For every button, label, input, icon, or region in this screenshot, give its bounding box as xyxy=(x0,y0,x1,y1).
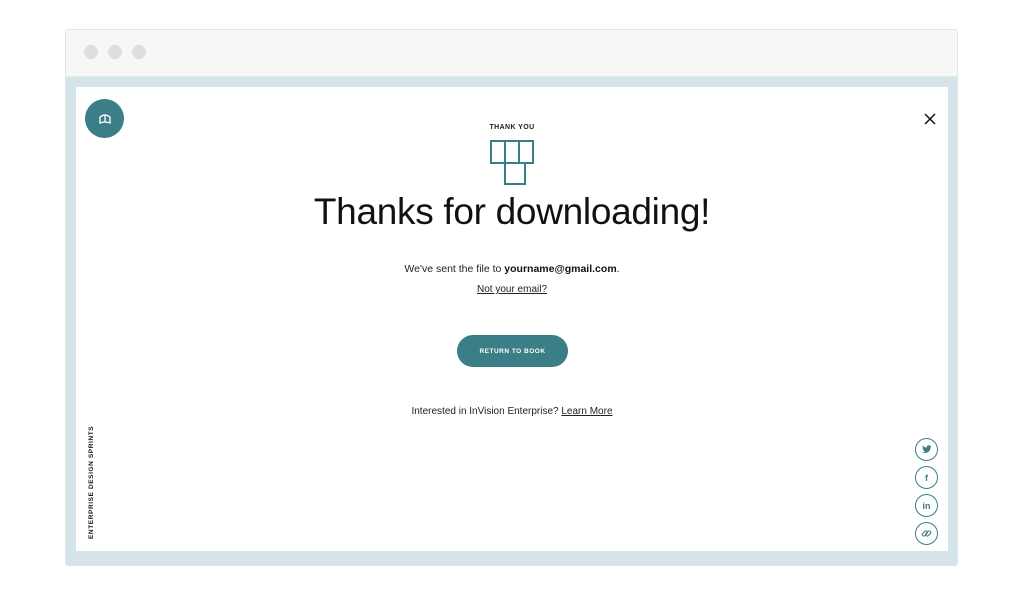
linkedin-icon: in xyxy=(922,500,931,511)
copy-link-button[interactable] xyxy=(915,522,938,545)
social-share-list: f in xyxy=(915,438,938,545)
thank-you-page: THANK YOU Thanks for downloading! We've … xyxy=(76,87,948,551)
browser-title-bar xyxy=(66,30,957,77)
window-dot-minimize[interactable] xyxy=(108,45,122,59)
window-dot-close[interactable] xyxy=(84,45,98,59)
interest-text: Interested in InVision Enterprise? xyxy=(411,406,562,417)
not-your-email-link[interactable]: Not your email? xyxy=(477,284,547,295)
browser-window: THANK YOU Thanks for downloading! We've … xyxy=(65,29,958,566)
facebook-share-button[interactable]: f xyxy=(915,466,938,489)
email-address: yourname@gmail.com xyxy=(504,263,617,275)
sent-prefix: We've sent the file to xyxy=(404,263,505,275)
linkedin-share-button[interactable]: in xyxy=(915,494,938,517)
twitter-icon xyxy=(921,445,932,453)
book-grid-icon xyxy=(490,140,534,185)
learn-more-link[interactable]: Learn More xyxy=(561,406,612,417)
facebook-icon: f xyxy=(925,472,928,483)
vertical-section-label: ENTERPRISE DESIGN SPRINTS xyxy=(88,425,95,539)
page-title: Thanks for downloading! xyxy=(313,191,711,232)
interest-row: Interested in InVision Enterprise? Learn… xyxy=(76,406,948,417)
logo-badge[interactable] xyxy=(85,99,124,138)
window-dot-maximize[interactable] xyxy=(132,45,146,59)
sent-message: We've sent the file to yourname@gmail.co… xyxy=(76,263,948,275)
sent-suffix: . xyxy=(616,263,620,275)
twitter-share-button[interactable] xyxy=(915,438,938,461)
not-email-row: Not your email? xyxy=(76,284,948,295)
return-to-book-button[interactable]: RETURN TO BOOK xyxy=(457,335,568,367)
eyebrow-label: THANK YOU xyxy=(489,124,535,131)
link-icon xyxy=(921,530,932,537)
